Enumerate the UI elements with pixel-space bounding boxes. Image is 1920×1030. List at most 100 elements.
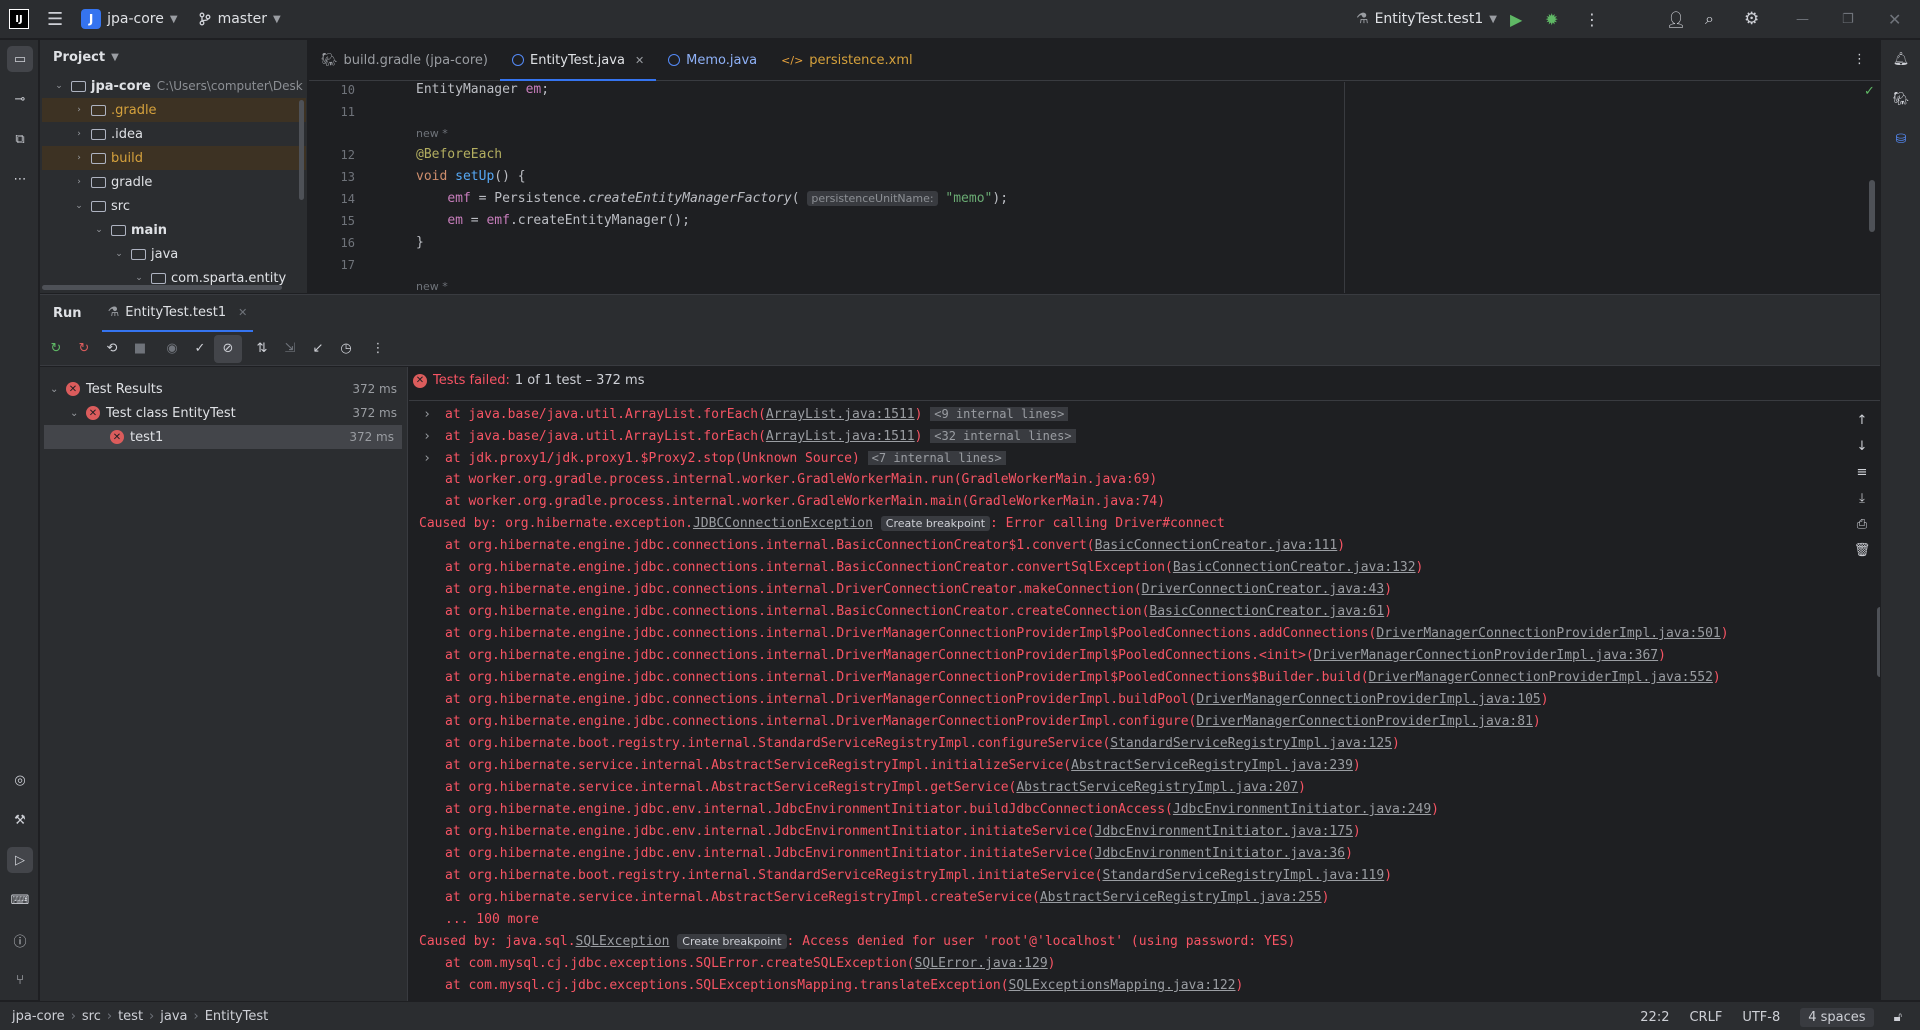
run-tab-label[interactable]: Run bbox=[53, 306, 82, 321]
tabs-more-icon[interactable]: ⋮ bbox=[1853, 52, 1866, 67]
source-link[interactable]: ArrayList.java:1511 bbox=[766, 407, 915, 422]
source-link[interactable]: ArrayList.java:1511 bbox=[766, 429, 915, 444]
breadcrumb-item[interactable]: jpa-core bbox=[12, 1009, 65, 1024]
create-breakpoint-button[interactable]: Create breakpoint bbox=[677, 934, 787, 949]
more-tools-icon[interactable]: ⋯ bbox=[7, 166, 33, 192]
rerun-icon[interactable]: ↻ bbox=[42, 335, 70, 363]
rerun-failed-icon[interactable]: ↻ bbox=[70, 335, 98, 363]
tree-scrollbar[interactable] bbox=[299, 100, 304, 200]
internal-lines-fold[interactable]: <9 internal lines> bbox=[930, 407, 1069, 421]
main-menu-icon[interactable]: ☰ bbox=[47, 9, 63, 30]
branch-selector[interactable]: master ▼ bbox=[198, 11, 281, 27]
read-only-lock-icon[interactable]: 🔓︎ bbox=[1894, 1010, 1902, 1025]
history-icon[interactable]: ◷ bbox=[332, 335, 360, 363]
clear-all-icon[interactable]: 🗑︎ bbox=[1849, 537, 1875, 563]
run-icon[interactable]: ▶ bbox=[1510, 10, 1522, 29]
source-link[interactable]: SQLExceptionsMapping.java:122 bbox=[1009, 978, 1236, 993]
close-tab-icon[interactable]: ✕ bbox=[238, 306, 247, 319]
debug-icon[interactable]: ✹ bbox=[1545, 10, 1558, 29]
project-selector[interactable]: J jpa-core ▼ bbox=[81, 9, 178, 29]
chevron-down-icon[interactable]: ⌄ bbox=[52, 81, 66, 91]
source-link[interactable]: JdbcEnvironmentInitiator.java:175 bbox=[1095, 824, 1353, 839]
chevron-right-icon[interactable]: › bbox=[72, 177, 86, 187]
chevron-down-icon[interactable]: ⌄ bbox=[112, 249, 126, 259]
console-output[interactable]: ✕ Tests failed: 1 of 1 test – 372 ms › at… bbox=[409, 367, 1880, 1001]
breadcrumb-item[interactable]: test bbox=[118, 1009, 143, 1024]
soft-wrap-icon[interactable]: ≡ bbox=[1849, 459, 1875, 485]
tree-item--gradle[interactable]: › .gradle bbox=[42, 98, 306, 122]
project-panel-header[interactable]: Project ▼ bbox=[53, 50, 119, 65]
test-node-test1[interactable]: ✕ test1 372 ms bbox=[44, 425, 402, 449]
source-link[interactable]: DriverManagerConnectionProviderImpl.java… bbox=[1196, 714, 1533, 729]
chevron-down-icon[interactable]: ⌄ bbox=[70, 408, 86, 419]
source-link[interactable]: DriverManagerConnectionProviderImpl.java… bbox=[1376, 626, 1720, 641]
chevron-down-icon[interactable]: ⌄ bbox=[92, 225, 106, 235]
terminal-tool-icon[interactable]: ⌨ bbox=[7, 887, 33, 913]
indent-setting[interactable]: 4 spaces bbox=[1800, 1008, 1874, 1027]
test-node-test-results[interactable]: ⌄ ✕ Test Results 372 ms bbox=[40, 377, 405, 401]
chevron-down-icon[interactable]: ⌄ bbox=[50, 384, 66, 395]
internal-lines-fold[interactable]: <7 internal lines> bbox=[867, 451, 1006, 465]
source-link[interactable]: DriverConnectionCreator.java:43 bbox=[1142, 582, 1385, 597]
project-tool-icon[interactable]: ▭ bbox=[7, 46, 33, 72]
code-editor[interactable]: 10 11 12 13 14 15 16 17 EntityManager em… bbox=[309, 82, 1880, 293]
source-link[interactable]: DriverManagerConnectionProviderImpl.java… bbox=[1196, 692, 1540, 707]
notifications-icon[interactable]: 🔔︎ bbox=[1888, 46, 1914, 72]
stop-icon[interactable]: ■ bbox=[126, 335, 154, 363]
up-arrow-icon[interactable]: ↑ bbox=[1849, 407, 1875, 433]
breadcrumb-item[interactable]: src bbox=[82, 1009, 101, 1024]
show-ignored-icon[interactable]: ⊘ bbox=[214, 334, 242, 363]
source-link[interactable]: BasicConnectionCreator.java:61 bbox=[1149, 604, 1384, 619]
tree-item-jpa-core[interactable]: ⌄ jpa-core C:\Users\computer\Desk bbox=[42, 74, 306, 98]
more-actions-icon[interactable]: ⋮ bbox=[1584, 10, 1600, 29]
breadcrumb-item[interactable]: EntityTest bbox=[205, 1009, 269, 1024]
tree-item-java[interactable]: ⌄ java bbox=[42, 242, 306, 266]
run-tool-icon[interactable]: ▷ bbox=[7, 847, 33, 873]
scroll-to-end-icon[interactable]: ⤓ bbox=[1849, 485, 1875, 511]
chevron-right-icon[interactable]: › bbox=[72, 105, 86, 115]
source-link[interactable]: StandardServiceRegistryImpl.java:119 bbox=[1102, 868, 1384, 883]
tab-entitytest-java[interactable]: EntityTest.java ✕ bbox=[500, 40, 657, 81]
chevron-down-icon[interactable]: ⌄ bbox=[132, 273, 146, 283]
test-node-test-class-entitytest[interactable]: ⌄ ✕ Test class EntityTest 372 ms bbox=[40, 401, 405, 425]
close-tab-icon[interactable]: ✕ bbox=[635, 54, 644, 67]
gradle-tool-icon[interactable]: 🐘︎ bbox=[1888, 86, 1914, 112]
git-tool-icon[interactable]: ⑂ bbox=[7, 967, 33, 993]
tab-run-config[interactable]: ⚗ EntityTest.test1 ✕ bbox=[101, 295, 254, 332]
tab-persistence-xml[interactable]: </> persistence.xml bbox=[769, 40, 924, 81]
tab-build-gradle-jpa-core-[interactable]: 🐘︎ build.gradle (jpa-core) bbox=[309, 40, 500, 81]
source-link[interactable]: AbstractServiceRegistryImpl.java:239 bbox=[1071, 758, 1353, 773]
problems-tool-icon[interactable]: ⓘ bbox=[7, 927, 33, 953]
editor-scrollbar[interactable] bbox=[1869, 180, 1875, 232]
create-breakpoint-button[interactable]: Create breakpoint bbox=[880, 516, 991, 531]
no-problems-check-icon[interactable]: ✓ bbox=[1864, 84, 1875, 99]
tree-item-build[interactable]: › build bbox=[42, 146, 306, 170]
source-link[interactable]: StandardServiceRegistryImpl.java:125 bbox=[1110, 736, 1392, 751]
close-window-icon[interactable]: ✕ bbox=[1888, 10, 1901, 29]
tree-item--idea[interactable]: › .idea bbox=[42, 122, 306, 146]
source-link[interactable]: AbstractServiceRegistryImpl.java:255 bbox=[1040, 890, 1322, 905]
account-icon[interactable]: 👤︎ bbox=[1666, 10, 1686, 29]
source-link[interactable]: JdbcEnvironmentInitiator.java:249 bbox=[1173, 802, 1431, 817]
services-tool-icon[interactable]: ◎ bbox=[7, 767, 33, 793]
show-passed-icon[interactable]: ◉ bbox=[158, 335, 186, 363]
chevron-right-icon[interactable]: › bbox=[72, 129, 86, 139]
breadcrumb-item[interactable]: java bbox=[160, 1009, 187, 1024]
source-link[interactable]: AbstractServiceRegistryImpl.java:207 bbox=[1016, 780, 1298, 795]
source-link[interactable]: DriverManagerConnectionProviderImpl.java… bbox=[1369, 670, 1713, 685]
structure-tool-icon[interactable]: ⧉ bbox=[7, 126, 33, 152]
source-link[interactable]: DriverManagerConnectionProviderImpl.java… bbox=[1314, 648, 1658, 663]
source-link[interactable]: SQLError.java:129 bbox=[915, 956, 1048, 971]
down-arrow-icon[interactable]: ↓ bbox=[1849, 433, 1875, 459]
chevron-down-icon[interactable]: ⌄ bbox=[72, 201, 86, 211]
expand-frames-icon[interactable]: › bbox=[409, 448, 445, 470]
tab-memo-java[interactable]: Memo.java bbox=[656, 40, 769, 81]
search-icon[interactable]: ⌕ bbox=[1705, 9, 1714, 29]
print-icon[interactable]: ⎙ bbox=[1849, 511, 1875, 537]
import-tests-icon[interactable]: ⇲ bbox=[276, 335, 304, 363]
chevron-right-icon[interactable]: › bbox=[72, 153, 86, 163]
minimize-icon[interactable]: — bbox=[1796, 12, 1809, 27]
caret-position[interactable]: 22:2 bbox=[1640, 1010, 1669, 1025]
source-link[interactable]: JDBCConnectionException bbox=[693, 516, 873, 531]
restore-icon[interactable]: ❐ bbox=[1842, 12, 1854, 27]
